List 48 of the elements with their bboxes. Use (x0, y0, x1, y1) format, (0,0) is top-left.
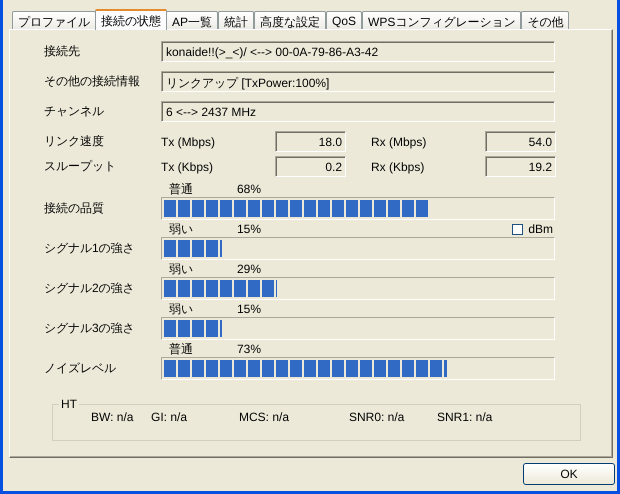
quality-rating: 普通 (168, 340, 194, 358)
percent-reading: 15% (237, 222, 262, 236)
tab[interactable]: 接続の状態 (95, 9, 167, 30)
ht-info: SNR1: n/a (437, 410, 494, 426)
ok-button[interactable]: OK (523, 463, 615, 485)
dbm-checkbox[interactable] (512, 224, 524, 234)
percent-reading: 68% (237, 182, 262, 196)
quality-rating: 弱い (168, 260, 194, 278)
readonly-field: 54.0 (485, 131, 556, 152)
tab[interactable]: 高度な設定 (254, 11, 326, 29)
readonly-field: konaide!!(>_<)/ <--> 00-0A-79-86-A3-42 (161, 41, 555, 62)
meter-label: シグナル1の強さ (44, 240, 136, 257)
readonly-field: 18.0 (275, 131, 346, 152)
tab[interactable]: WPSコンフィグレーション (362, 11, 522, 29)
unit-label: Tx (Mbps) (161, 134, 216, 148)
tab[interactable]: プロファイル (12, 11, 96, 29)
field-label: その他の接続情報 (44, 73, 141, 90)
readonly-field: 6 <--> 2437 MHz (161, 101, 555, 122)
readonly-field: リンクアップ [TxPower:100%] (161, 71, 555, 92)
unit-label: Rx (Mbps) (371, 134, 428, 148)
quality-rating: 普通 (168, 180, 194, 198)
ht-info: SNR0: n/a (349, 410, 406, 426)
field-label: リンク速度 (44, 133, 105, 150)
unit-label: Rx (Kbps) (371, 160, 426, 174)
quality-rating: 弱い (168, 300, 194, 318)
ht-info: BW: n/a (91, 410, 134, 426)
field-label: スループット (44, 158, 117, 175)
field-label: チャンネル (44, 103, 105, 120)
tab[interactable]: QoS (326, 11, 362, 29)
meter-label: シグナル2の強さ (44, 280, 136, 297)
readonly-field: 19.2 (485, 156, 556, 177)
field-label: 接続先 (44, 43, 81, 60)
tab[interactable]: 統計 (218, 11, 254, 29)
percent-reading: 15% (237, 302, 262, 316)
tab[interactable]: AP一覧 (166, 11, 218, 29)
ht-info: GI: n/a (151, 410, 188, 426)
group-title: HT (59, 397, 79, 411)
unit-label: Tx (Kbps) (161, 160, 214, 174)
checkbox-label: dBm (528, 222, 553, 236)
meter-label: シグナル3の強さ (44, 320, 136, 337)
readonly-field: 0.2 (275, 156, 346, 177)
percent-reading: 73% (237, 342, 262, 356)
quality-rating: 弱い (168, 220, 194, 238)
ht-info: MCS: n/a (239, 410, 290, 426)
tab[interactable]: その他 (521, 11, 570, 29)
meter-label: ノイズレベル (44, 360, 117, 377)
percent-reading: 29% (237, 262, 262, 276)
meter-label: 接続の品質 (44, 200, 105, 217)
